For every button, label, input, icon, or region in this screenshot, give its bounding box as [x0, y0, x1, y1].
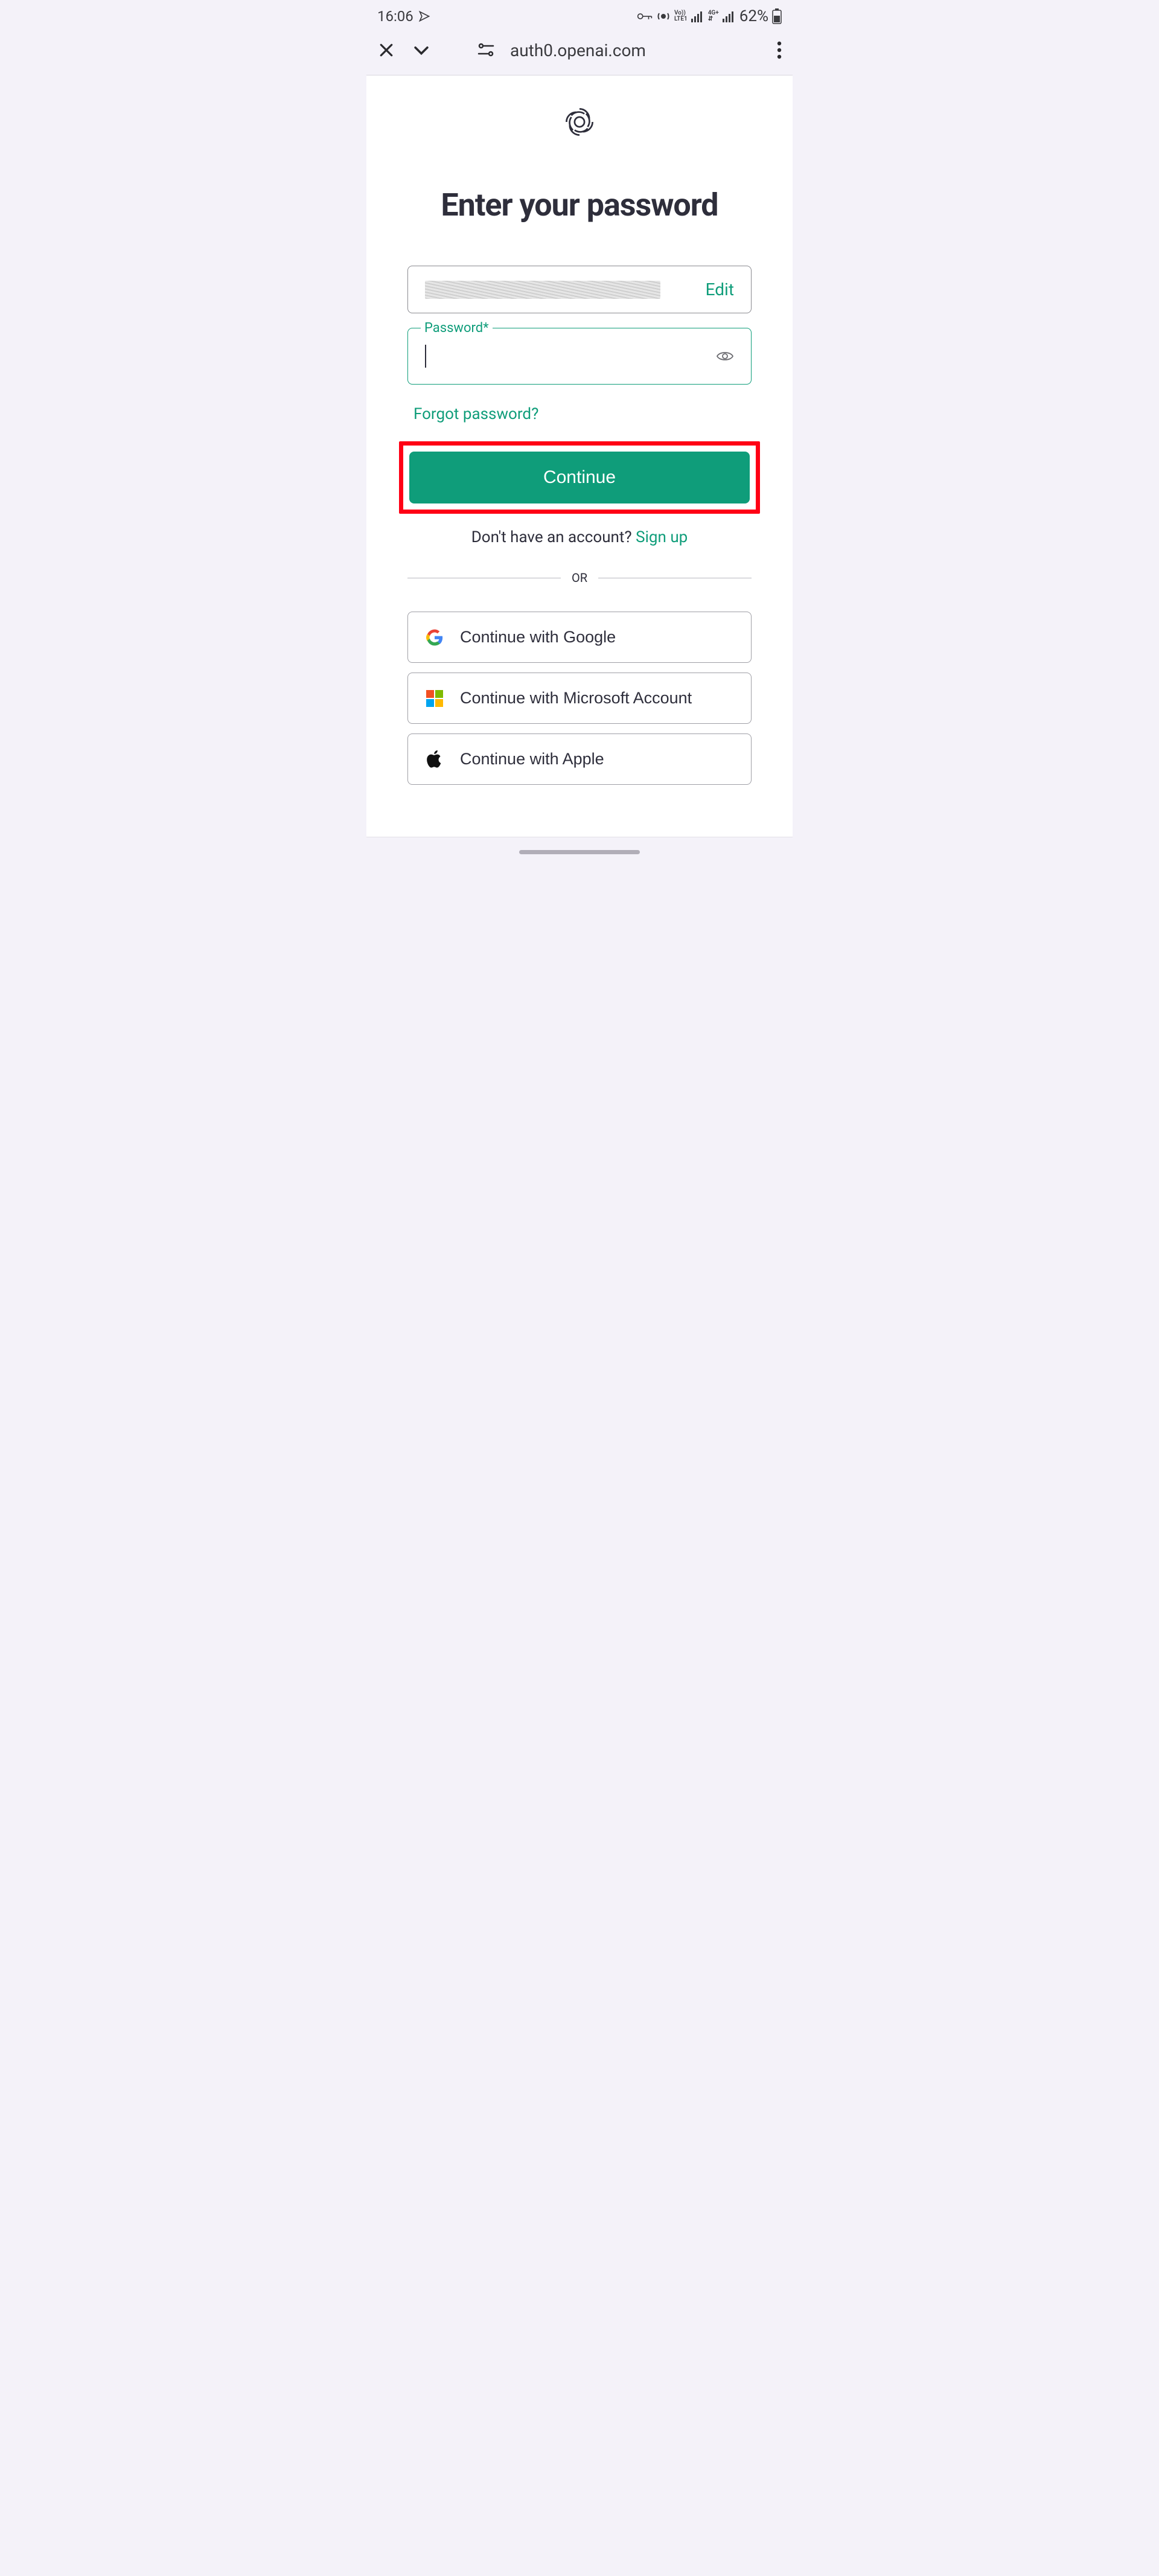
password-box[interactable] [407, 328, 752, 385]
more-vert-icon[interactable] [777, 41, 782, 59]
openai-logo-icon [563, 106, 596, 138]
site-settings-icon[interactable] [477, 42, 494, 58]
status-left: 16:06 [377, 8, 430, 25]
network-label: 4G+ ⇵ [708, 10, 719, 22]
or-text: OR [572, 570, 587, 585]
page-content: Enter your password Edit Password* Forgo… [366, 75, 793, 837]
password-label: Password* [421, 321, 493, 336]
apple-icon [426, 750, 443, 769]
continue-button[interactable]: Continue [409, 452, 750, 503]
no-account-text: Don't have an account? [471, 528, 636, 546]
signup-link[interactable]: Sign up [636, 528, 688, 546]
gesture-pill[interactable] [519, 850, 640, 854]
apple-button-label: Continue with Apple [460, 750, 604, 769]
continue-microsoft-button[interactable]: Continue with Microsoft Account [407, 673, 752, 724]
microsoft-button-label: Continue with Microsoft Account [460, 689, 692, 708]
eye-icon[interactable] [716, 350, 734, 363]
continue-google-button[interactable]: Continue with Google [407, 612, 752, 663]
signal-icon [691, 10, 704, 22]
email-redacted [425, 281, 660, 299]
browser-address-bar: auth0.openai.com [366, 28, 793, 75]
vpn-key-icon [637, 10, 653, 22]
continue-highlight: Continue [399, 441, 760, 514]
gesture-bar [366, 837, 793, 866]
close-icon[interactable] [377, 41, 395, 59]
status-right: Vo)) LTE1 4G+ ⇵ 62% [637, 7, 782, 25]
google-icon [426, 629, 443, 646]
url-text[interactable]: auth0.openai.com [510, 40, 646, 60]
status-time: 16:06 [377, 8, 413, 25]
volte-label: Vo)) LTE1 [674, 10, 688, 22]
signup-row: Don't have an account? Sign up [407, 528, 752, 546]
hotspot-icon [656, 9, 671, 24]
password-field-wrap: Password* [407, 328, 752, 385]
continue-apple-button[interactable]: Continue with Apple [407, 733, 752, 785]
microsoft-icon [426, 690, 443, 707]
email-display-box: Edit [407, 266, 752, 313]
battery-icon [772, 8, 782, 24]
edit-link[interactable]: Edit [706, 280, 734, 299]
signal-icon-2 [723, 10, 736, 22]
chevron-down-icon[interactable] [411, 40, 432, 60]
status-bar: 16:06 Vo)) LTE1 4G+ ⇵ 62% [366, 0, 793, 28]
google-button-label: Continue with Google [460, 628, 616, 647]
forgot-password-link[interactable]: Forgot password? [413, 405, 752, 423]
send-icon [418, 10, 430, 22]
password-input[interactable] [426, 347, 601, 366]
battery-percent: 62% [739, 7, 768, 25]
page-title: Enter your password [407, 187, 752, 223]
logo-wrap [366, 100, 793, 187]
or-divider: OR [407, 570, 752, 585]
